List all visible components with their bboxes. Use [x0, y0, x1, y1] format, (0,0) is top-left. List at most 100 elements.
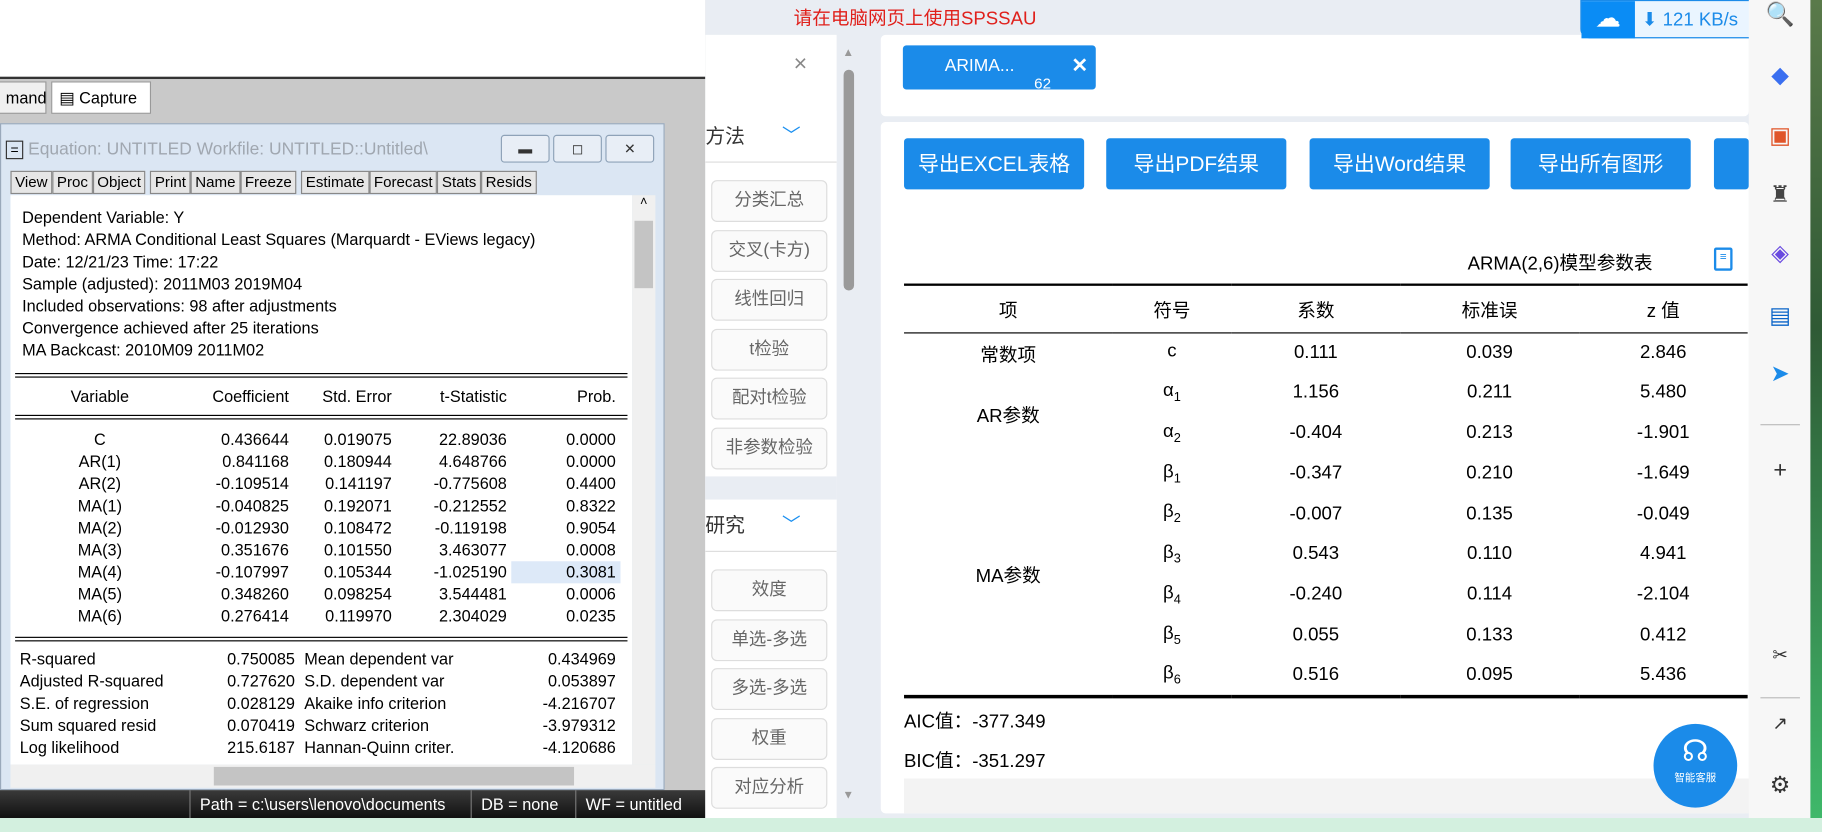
tab-command[interactable]: mand — [0, 81, 47, 114]
vertical-scrollbar[interactable]: ▲ ▼ — [839, 46, 858, 802]
toolbox-icon[interactable]: ▣ — [1765, 121, 1795, 151]
horizontal-scrollbar[interactable] — [10, 764, 656, 788]
cell[interactable]: R-squared — [15, 648, 215, 670]
toolbar-print-button[interactable]: Print — [150, 170, 191, 195]
copy-icon[interactable]: ≡ — [1713, 247, 1733, 271]
cell[interactable]: 0.276414 — [185, 605, 294, 627]
minimize-button[interactable]: ▬ — [500, 134, 550, 163]
cell[interactable]: MA(1) — [15, 495, 185, 517]
cell[interactable]: 2.304029 — [396, 605, 511, 627]
eviews-command-area[interactable] — [0, 0, 706, 80]
cell[interactable]: 0.348260 — [185, 583, 294, 605]
cell[interactable]: 0.0006 — [511, 583, 620, 605]
maximize-button[interactable]: ◻ — [553, 134, 602, 163]
close-tab-icon[interactable]: ✕ — [1071, 55, 1088, 78]
copilot-icon[interactable]: ◈ — [1765, 238, 1795, 268]
tag-icon[interactable]: ◆ — [1765, 60, 1795, 90]
search-icon[interactable]: 🔍 — [1765, 0, 1795, 30]
cell[interactable]: 0.436644 — [185, 429, 294, 451]
cell[interactable]: 0.101550 — [294, 539, 397, 561]
cell[interactable]: AR(2) — [15, 473, 185, 495]
cell[interactable]: 0.3081 — [511, 561, 621, 584]
method-button[interactable]: 配对t检验 — [711, 378, 828, 420]
outlook-icon[interactable]: ▤ — [1765, 301, 1795, 331]
cell[interactable]: 0.070419 — [215, 715, 300, 737]
cell[interactable]: -0.212552 — [396, 495, 511, 517]
export-button[interactable]: 导出PDF结果 — [1106, 138, 1287, 190]
cell[interactable]: 0.180944 — [294, 451, 397, 473]
cell[interactable]: 0.192071 — [294, 495, 397, 517]
cell[interactable]: 0.4400 — [511, 473, 620, 495]
export-more-button[interactable] — [1713, 138, 1749, 190]
cell[interactable]: 0.119970 — [294, 605, 397, 627]
cell[interactable]: 0.141197 — [294, 473, 397, 495]
method-button[interactable]: 单选-多选 — [711, 618, 828, 661]
cell[interactable]: S.E. of regression — [15, 693, 215, 715]
cell[interactable]: -0.012930 — [185, 517, 294, 539]
cell[interactable]: MA(6) — [15, 605, 185, 627]
section-header-methods[interactable]: 方法 ﹀ — [705, 110, 837, 163]
window-menu-icon[interactable]: = — [5, 140, 24, 160]
close-icon[interactable]: × — [794, 51, 808, 78]
send-icon[interactable]: ➤ — [1765, 359, 1795, 389]
cell[interactable]: 3.463077 — [396, 539, 511, 561]
method-button[interactable]: 效度 — [711, 569, 828, 612]
cell[interactable]: 3.544481 — [396, 583, 511, 605]
cell[interactable]: -0.775608 — [396, 473, 511, 495]
method-button[interactable]: 线性回归 — [711, 279, 828, 321]
cell[interactable]: 0.434969 — [518, 648, 621, 670]
customer-service-button[interactable]: ☊ 智能客服 — [1653, 723, 1738, 808]
result-tab-arima[interactable]: ARIMA... 62 ✕ — [902, 45, 1096, 92]
cell[interactable]: Akaike info criterion — [300, 693, 518, 715]
section-header-research[interactable]: 研究 ﹀ — [705, 499, 837, 552]
export-button[interactable]: 导出EXCEL表格 — [904, 138, 1085, 190]
method-button[interactable]: 非参数检验 — [711, 427, 828, 470]
cell[interactable]: 0.098254 — [294, 583, 397, 605]
close-button[interactable]: ✕ — [605, 134, 655, 163]
toolbar-stats-button[interactable]: Stats — [437, 170, 481, 195]
toolbar-name-button[interactable]: Name — [190, 170, 241, 195]
cell[interactable]: -0.109514 — [185, 473, 294, 495]
toolbar-freeze-button[interactable]: Freeze — [240, 170, 297, 195]
cell[interactable]: Mean dependent var — [300, 648, 518, 670]
cell[interactable]: Log likelihood — [15, 737, 215, 759]
games-icon[interactable]: ♜ — [1765, 180, 1795, 210]
method-button[interactable]: t检验 — [711, 328, 828, 371]
cell[interactable]: Sum squared resid — [15, 715, 215, 737]
cell[interactable]: 22.89036 — [396, 429, 511, 451]
cell[interactable]: 0.9054 — [511, 517, 620, 539]
cell[interactable]: -3.979312 — [518, 715, 621, 737]
cell[interactable]: -0.107997 — [185, 561, 294, 583]
cell[interactable]: 0.8322 — [511, 495, 620, 517]
method-button[interactable]: 多选-多选 — [711, 668, 828, 711]
cell[interactable]: 4.648766 — [396, 451, 511, 473]
cell[interactable]: 0.0008 — [511, 539, 620, 561]
method-button[interactable]: 对应分析 — [711, 767, 828, 810]
toolbar-forecast-button[interactable]: Forecast — [369, 170, 438, 195]
cell[interactable]: MA(5) — [15, 583, 185, 605]
external-link-icon[interactable]: ↗ — [1765, 710, 1795, 740]
cell[interactable]: 0.750085 — [215, 648, 300, 670]
cell[interactable]: 0.841168 — [185, 451, 294, 473]
cell[interactable]: -0.119198 — [396, 517, 511, 539]
cell[interactable]: 0.019075 — [294, 429, 397, 451]
gear-icon[interactable]: ⚙ — [1765, 770, 1795, 800]
toolbar-proc-button[interactable]: Proc — [52, 170, 93, 195]
cell[interactable]: 0.0235 — [511, 605, 620, 627]
cell[interactable]: Hannan-Quinn criter. — [300, 737, 518, 759]
cell[interactable]: 0.727620 — [215, 670, 300, 692]
cell[interactable]: -4.120686 — [518, 737, 621, 759]
cell[interactable]: -1.025190 — [396, 561, 511, 583]
cell[interactable]: Adjusted R-squared — [15, 670, 215, 692]
screenshot-icon[interactable]: ✂ — [1765, 641, 1795, 671]
toolbar-object-button[interactable]: Object — [92, 170, 146, 195]
cell[interactable]: AR(1) — [15, 451, 185, 473]
cell[interactable]: 0.0000 — [511, 451, 620, 473]
toolbar-estimate-button[interactable]: Estimate — [301, 170, 370, 195]
cell[interactable]: -4.216707 — [518, 693, 621, 715]
vertical-scrollbar[interactable]: ˄ — [632, 195, 656, 765]
cell[interactable]: 0.108472 — [294, 517, 397, 539]
cell[interactable]: 0.105344 — [294, 561, 397, 583]
method-button[interactable]: 分类汇总 — [711, 180, 828, 222]
toolbar-resids-button[interactable]: Resids — [480, 170, 537, 195]
